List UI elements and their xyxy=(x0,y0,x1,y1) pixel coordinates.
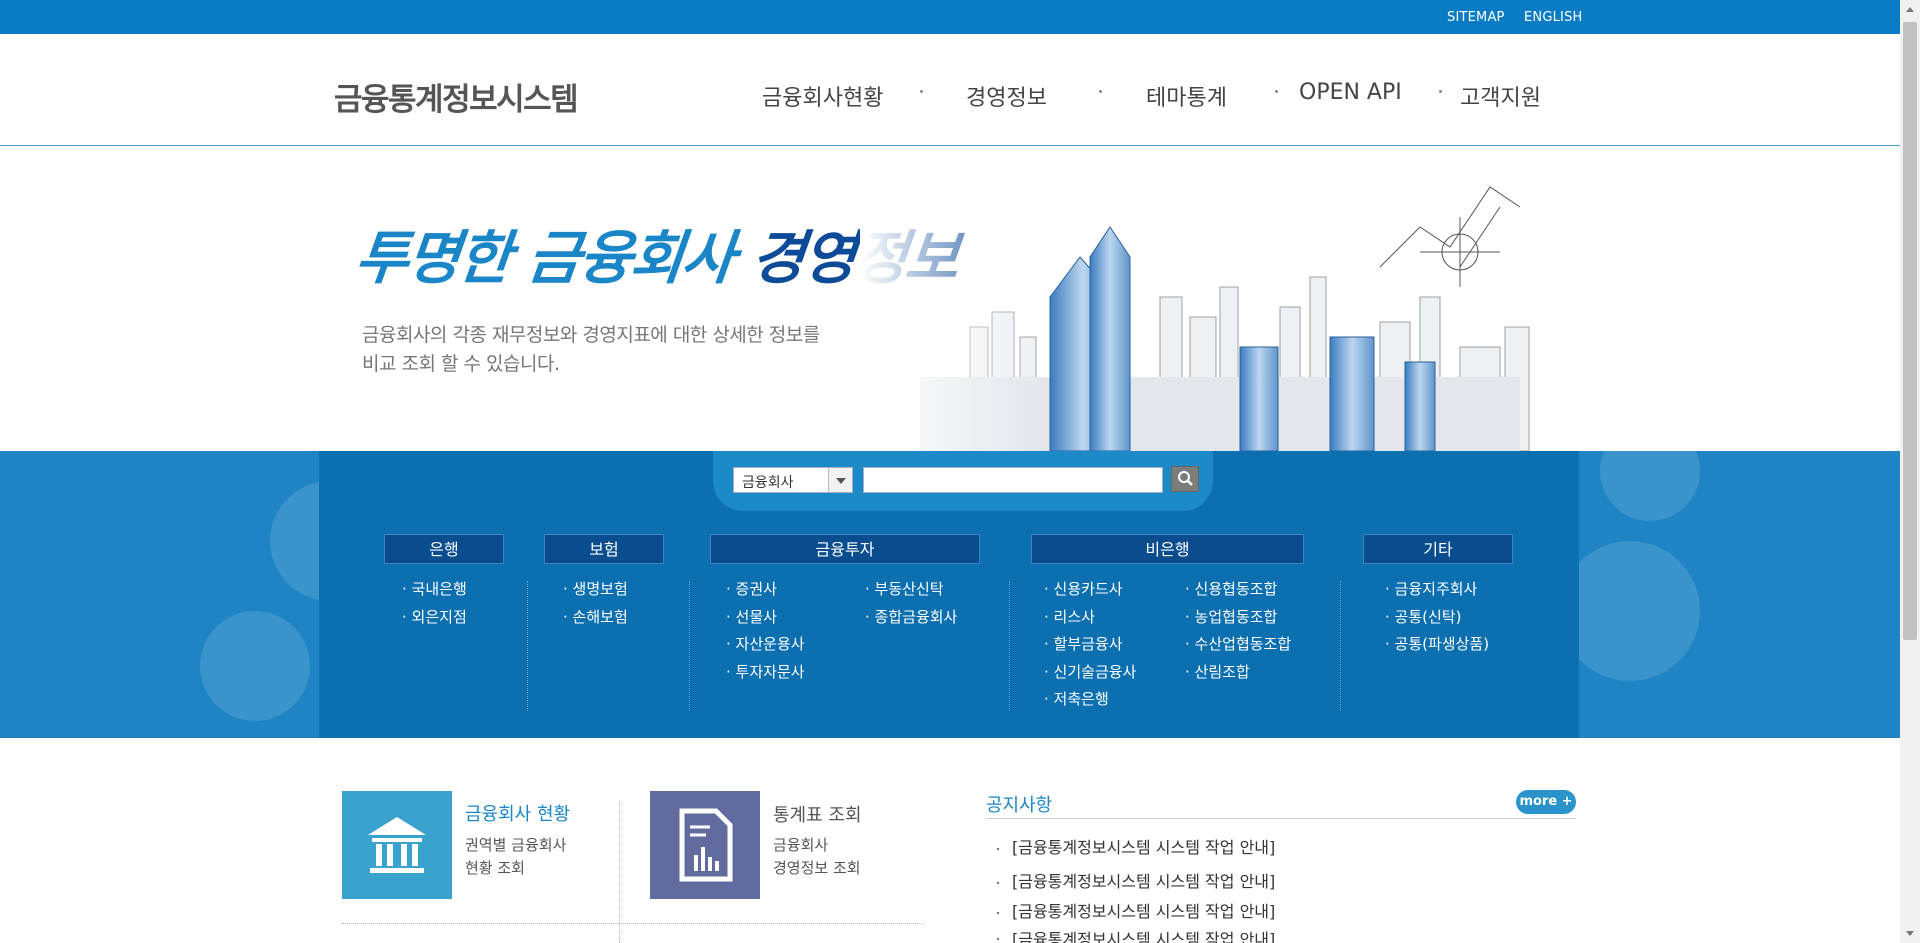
stats-table-desc-line2: 경영정보 조회 xyxy=(773,859,861,877)
category-insurance[interactable]: 보험 xyxy=(544,534,664,564)
quick-bottom-divider xyxy=(342,923,924,924)
search-input[interactable] xyxy=(863,467,1163,493)
company-status-desc: 권역별 금융회사 현황 조회 xyxy=(465,834,566,880)
column-separator xyxy=(689,581,690,711)
cityscape-illustration xyxy=(860,147,1580,451)
category-band: 금융회사 은행 보험 금융투자 비은행 기타 · 국내은행 · 외은지점 · 생… xyxy=(0,451,1900,738)
document-chart-icon xyxy=(679,808,733,882)
category-etc[interactable]: 기타 xyxy=(1363,534,1513,564)
nav-company-status[interactable]: 금융회사현황 xyxy=(762,80,883,112)
link-securities[interactable]: · 증권사 xyxy=(726,578,777,599)
nav-separator xyxy=(1275,90,1278,93)
link-investment-advisory[interactable]: · 투자자문사 xyxy=(726,661,805,682)
search-category-value: 금융회사 xyxy=(742,475,794,491)
scroll-thumb[interactable] xyxy=(1903,22,1917,640)
link-credit-card[interactable]: · 신용카드사 xyxy=(1044,578,1123,599)
nav-separator xyxy=(1439,90,1442,93)
scroll-down-icon[interactable] xyxy=(1900,925,1920,943)
notice-title[interactable]: 공지사항 xyxy=(986,791,1052,817)
stats-table-tile[interactable] xyxy=(650,791,760,899)
link-forestry-coop[interactable]: · 산림조합 xyxy=(1185,661,1250,682)
search-category-select[interactable]: 금융회사 xyxy=(733,467,853,493)
nav-customer-support[interactable]: 고객지원 xyxy=(1460,80,1541,112)
notice-bullet xyxy=(997,912,999,914)
site-header: 금융통계정보시스템 금융회사현황 경영정보 테마통계 OPEN API 고객지원 xyxy=(0,34,1900,146)
chevron-down-icon[interactable] xyxy=(828,468,852,492)
quick-divider xyxy=(619,800,620,943)
company-status-title[interactable]: 금융회사 현황 xyxy=(465,800,570,826)
notice-bullet xyxy=(997,848,999,850)
column-separator xyxy=(527,581,528,711)
link-futures[interactable]: · 선물사 xyxy=(726,606,777,627)
notice-item[interactable]: [금융통계정보시스템 시스템 작업 안내] xyxy=(1012,834,1275,858)
bokeh-decoration xyxy=(1600,451,1700,521)
site-logo[interactable]: 금융통계정보시스템 xyxy=(334,74,579,119)
hero-description: 금융회사의 각종 재무정보와 경영지표에 대한 상세한 정보를 비교 조회 할 … xyxy=(362,321,820,379)
link-savings-bank[interactable]: · 저축은행 xyxy=(1044,688,1109,709)
category-nonbank[interactable]: 비은행 xyxy=(1031,534,1304,564)
hero-banner: 투명한 금융회사 경영정보 금융회사의 각종 재무정보와 경영지표에 대한 상세… xyxy=(0,147,1900,451)
notice-item[interactable]: [금융통계정보시스템 시스템 작업 안내] xyxy=(1012,926,1275,943)
hero-desc-line2: 비교 조회 할 수 있습니다. xyxy=(362,353,560,375)
link-real-estate-trust[interactable]: · 부동산신탁 xyxy=(865,578,944,599)
link-nonlife-insurance[interactable]: · 손해보험 xyxy=(563,606,628,627)
hero-desc-line1: 금융회사의 각종 재무정보와 경영지표에 대한 상세한 정보를 xyxy=(362,324,820,346)
link-holding-company[interactable]: · 금융지주회사 xyxy=(1385,578,1477,599)
stats-table-desc: 금융회사 경영정보 조회 xyxy=(773,834,861,880)
vertical-scrollbar[interactable] xyxy=(1900,0,1920,943)
company-status-tile[interactable] xyxy=(342,791,452,899)
bokeh-decoration xyxy=(1560,541,1700,681)
nav-open-api[interactable]: OPEN API xyxy=(1299,80,1402,105)
bank-building-icon xyxy=(368,817,426,873)
link-leasing[interactable]: · 리스사 xyxy=(1044,606,1095,627)
notice-bullet xyxy=(997,882,999,884)
link-domestic-bank[interactable]: · 국내은행 xyxy=(402,578,467,599)
link-fishery-coop[interactable]: · 수산업협동조합 xyxy=(1185,633,1291,654)
link-asset-management[interactable]: · 자산운용사 xyxy=(726,633,805,654)
category-investment[interactable]: 금융투자 xyxy=(710,534,980,564)
nav-management-info[interactable]: 경영정보 xyxy=(966,80,1047,112)
sitemap-link[interactable]: SITEMAP xyxy=(1447,10,1505,25)
nav-theme-stats[interactable]: 테마통계 xyxy=(1146,80,1227,112)
link-common-trust[interactable]: · 공통(신탁) xyxy=(1385,606,1461,627)
nav-separator xyxy=(920,90,923,93)
link-merchant-bank[interactable]: · 종합금융회사 xyxy=(865,606,957,627)
search-icon xyxy=(1178,471,1193,486)
utility-bar: SITEMAP ENGLISH xyxy=(0,0,1900,34)
company-status-desc-line1: 권역별 금융회사 xyxy=(465,836,567,854)
link-life-insurance[interactable]: · 생명보험 xyxy=(563,578,628,599)
company-status-desc-line2: 현황 조회 xyxy=(465,859,525,877)
notice-more-button[interactable]: more + xyxy=(1516,790,1576,814)
link-agri-coop[interactable]: · 농업협동조합 xyxy=(1185,606,1277,627)
notice-bullet xyxy=(997,938,999,940)
stats-table-desc-line1: 금융회사 xyxy=(773,836,829,854)
column-separator xyxy=(1340,581,1341,711)
stats-table-title[interactable]: 통계표 조회 xyxy=(773,801,862,827)
notice-item[interactable]: [금융통계정보시스템 시스템 작업 안내] xyxy=(1012,868,1275,892)
category-bank[interactable]: 은행 xyxy=(384,534,504,564)
link-new-tech-finance[interactable]: · 신기술금융사 xyxy=(1044,661,1136,682)
notice-item[interactable]: [금융통계정보시스템 시스템 작업 안내] xyxy=(1012,898,1275,922)
link-installment-finance[interactable]: · 할부금융사 xyxy=(1044,633,1123,654)
english-link[interactable]: ENGLISH xyxy=(1524,10,1583,25)
hero-title-part1: 투명한 금융회사 xyxy=(351,224,755,292)
link-foreign-branch[interactable]: · 외은지점 xyxy=(402,606,467,627)
column-separator xyxy=(1009,581,1010,711)
link-common-derivatives[interactable]: · 공통(파생상품) xyxy=(1385,633,1489,654)
search-button[interactable] xyxy=(1171,466,1199,492)
bokeh-decoration xyxy=(200,611,310,721)
nav-separator xyxy=(1099,90,1102,93)
scroll-up-icon[interactable] xyxy=(1900,0,1920,18)
category-panel: 금융회사 은행 보험 금융투자 비은행 기타 · 국내은행 · 외은지점 · 생… xyxy=(319,451,1579,738)
link-credit-union[interactable]: · 신용협동조합 xyxy=(1185,578,1277,599)
notice-divider xyxy=(986,818,1576,819)
